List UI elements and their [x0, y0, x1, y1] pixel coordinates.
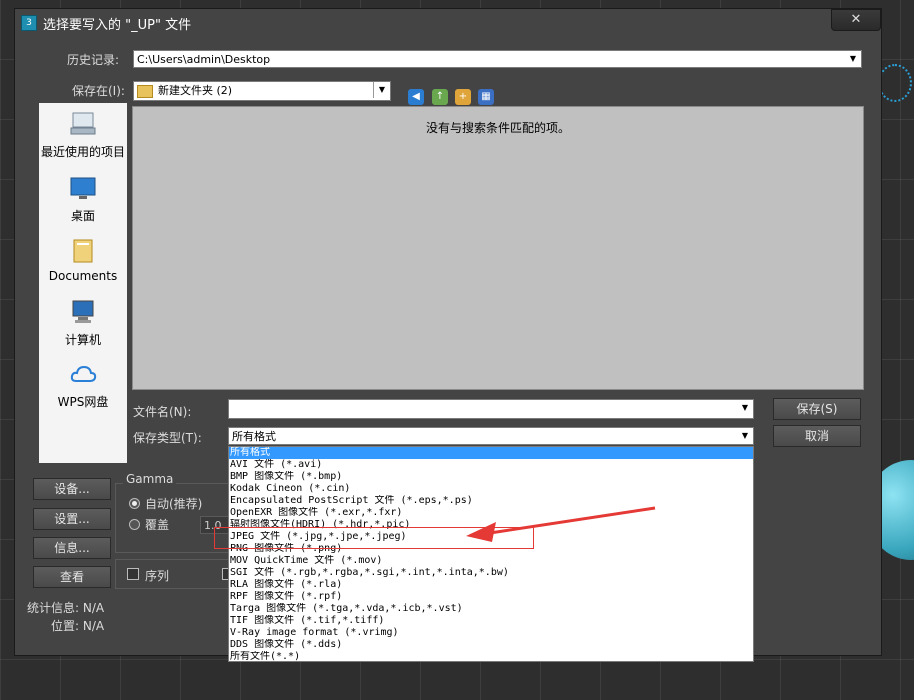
filename-label: 文件名(N):: [133, 405, 192, 419]
back-icon[interactable]: ◀: [408, 89, 424, 105]
gamma-override-label: 覆盖: [145, 518, 170, 532]
stats-label: 统计信息: N/A: [27, 601, 105, 615]
cancel-button[interactable]: 取消: [773, 425, 861, 447]
setup-button[interactable]: 设备...: [33, 478, 111, 500]
save-button[interactable]: 保存(S): [773, 398, 861, 420]
gamma-auto-radio[interactable]: [129, 498, 140, 509]
filetype-option[interactable]: Targa 图像文件 (*.tga,*.vda,*.icb,*.vst): [229, 603, 753, 615]
places-bar: 最近使用的项目 桌面 Documents 计算机 WPS网盘: [39, 103, 127, 463]
settings-button[interactable]: 设置...: [33, 508, 111, 530]
history-value: C:\Users\admin\Desktop: [137, 53, 271, 66]
close-button[interactable]: ✕: [831, 9, 881, 31]
app-icon: 3: [21, 15, 37, 31]
sequence-label: 序列: [145, 569, 170, 583]
filetype-option[interactable]: DDS 图像文件 (*.dds): [229, 639, 753, 651]
filetype-option[interactable]: Kodak Cineon (*.cin): [229, 483, 753, 495]
chevron-down-icon[interactable]: ▼: [373, 82, 390, 98]
save-in-label: 保存在(I):: [72, 84, 125, 98]
filetype-combo[interactable]: 所有格式 ▼: [228, 427, 754, 445]
up-folder-icon[interactable]: ↑: [432, 89, 448, 105]
filetype-value: 所有格式: [232, 430, 276, 443]
folder-icon: [137, 84, 153, 98]
filetype-option[interactable]: 所有格式: [229, 447, 753, 459]
titlebar: 3 选择要写入的 "_UP" 文件 ✕: [15, 9, 881, 35]
place-recent[interactable]: 最近使用的项目: [39, 111, 127, 160]
place-label: Documents: [48, 269, 118, 283]
annotation-arrow-icon: [466, 506, 656, 542]
cloud-icon: [70, 365, 97, 382]
filetype-option[interactable]: AVI 文件 (*.avi): [229, 459, 753, 471]
chevron-down-icon[interactable]: ▼: [845, 51, 861, 67]
recent-icon: [70, 112, 96, 135]
place-desktop[interactable]: 桌面: [39, 175, 127, 224]
new-folder-icon[interactable]: +: [455, 89, 471, 105]
place-computer[interactable]: 计算机: [39, 299, 127, 348]
view-button[interactable]: 查看: [33, 566, 111, 588]
computer-icon: [72, 300, 94, 323]
filetype-label: 保存类型(T):: [133, 431, 202, 445]
place-label: 计算机: [64, 333, 101, 347]
gamma-override-radio[interactable]: [129, 519, 140, 530]
filetype-option[interactable]: MOV QuickTime 文件 (*.mov): [229, 555, 753, 567]
save-in-combo[interactable]: 新建文件夹 (2) ▼: [133, 81, 391, 101]
save-in-value: 新建文件夹 (2): [158, 84, 233, 97]
filetype-option[interactable]: BMP 图像文件 (*.bmp): [229, 471, 753, 483]
location-label: 位置: N/A: [51, 619, 105, 633]
info-button[interactable]: 信息...: [33, 537, 111, 559]
history-label: 历史记录:: [67, 53, 120, 67]
filetype-option[interactable]: SGI 文件 (*.rgb,*.rgba,*.sgi,*.int,*.inta,…: [229, 567, 753, 579]
gamma-auto-label: 自动(推荐): [145, 497, 203, 511]
history-combo[interactable]: C:\Users\admin\Desktop ▼: [133, 50, 862, 68]
gamma-title: Gamma: [123, 472, 177, 486]
filetype-option[interactable]: RPF 图像文件 (*.rpf): [229, 591, 753, 603]
empty-message: 没有与搜索条件匹配的项。: [425, 121, 570, 135]
viewport-object: [878, 64, 912, 102]
place-wps-cloud[interactable]: WPS网盘: [39, 361, 127, 410]
filename-input[interactable]: ▼: [228, 399, 754, 419]
filetype-option[interactable]: RLA 图像文件 (*.rla): [229, 579, 753, 591]
desktop-icon: [70, 177, 96, 199]
place-documents[interactable]: Documents: [39, 237, 127, 283]
place-label: 桌面: [70, 209, 95, 223]
file-list[interactable]: 没有与搜索条件匹配的项。: [132, 106, 864, 390]
filetype-option[interactable]: TIF 图像文件 (*.tif,*.tiff): [229, 615, 753, 627]
chevron-down-icon[interactable]: ▼: [737, 428, 753, 444]
place-label: 最近使用的项目: [40, 145, 125, 159]
window-title: 选择要写入的 "_UP" 文件: [43, 18, 192, 33]
filetype-option[interactable]: 所有文件(*.*): [229, 651, 753, 663]
sequence-checkbox[interactable]: [127, 568, 139, 580]
filetype-option[interactable]: V-Ray image format (*.vrimg): [229, 627, 753, 639]
chevron-down-icon[interactable]: ▼: [737, 400, 753, 416]
documents-folder-icon: [73, 239, 93, 263]
filetype-dropdown-list[interactable]: 所有格式 AVI 文件 (*.avi) BMP 图像文件 (*.bmp) Kod…: [228, 446, 754, 662]
place-label: WPS网盘: [57, 395, 109, 409]
view-menu-icon[interactable]: ▦: [478, 89, 494, 105]
